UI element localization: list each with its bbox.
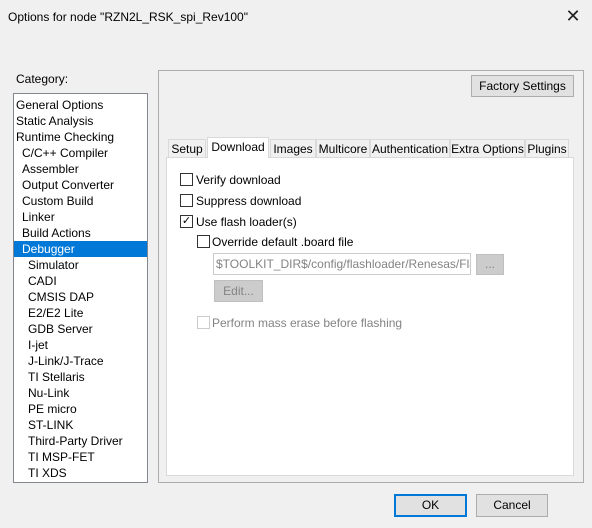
category-item[interactable]: E2/E2 Lite xyxy=(14,305,147,321)
tab-multicore[interactable]: Multicore xyxy=(316,139,370,158)
window-title: Options for node "RZN2L_RSK_spi_Rev100" xyxy=(8,10,248,24)
use-flash-loader-label: Use flash loader(s) xyxy=(196,215,297,229)
category-item[interactable]: PE micro xyxy=(14,401,147,417)
browse-button[interactable]: ... xyxy=(476,254,504,275)
suppress-download-label: Suppress download xyxy=(196,194,302,208)
verify-download-label: Verify download xyxy=(196,173,281,187)
category-item[interactable]: I-jet xyxy=(14,337,147,353)
category-list[interactable]: General Options Static Analysis Runtime Ch… xyxy=(13,93,148,483)
factory-settings-button[interactable]: Factory Settings xyxy=(471,75,574,97)
category-item[interactable]: TI Stellaris xyxy=(14,369,147,385)
category-item[interactable]: CADI xyxy=(14,273,147,289)
mass-erase-label: Perform mass erase before flashing xyxy=(212,316,403,330)
category-item[interactable]: Build Actions xyxy=(14,225,147,241)
override-board-file-checkbox[interactable] xyxy=(197,235,210,248)
suppress-download-checkbox[interactable] xyxy=(180,194,193,207)
tab-plugins[interactable]: Plugins xyxy=(525,139,569,158)
category-item[interactable]: Simulator xyxy=(14,257,147,273)
category-item[interactable]: CMSIS DAP xyxy=(14,289,147,305)
category-item[interactable]: Nu-Link xyxy=(14,385,147,401)
category-item[interactable]: J-Link/J-Trace xyxy=(14,353,147,369)
mass-erase-checkbox[interactable] xyxy=(197,316,210,329)
category-item[interactable]: Output Converter xyxy=(14,177,147,193)
category-item[interactable]: Custom Build xyxy=(14,193,147,209)
category-item[interactable]: Assembler xyxy=(14,161,147,177)
category-item[interactable]: C/C++ Compiler xyxy=(14,145,147,161)
verify-download-checkbox[interactable] xyxy=(180,173,193,186)
cancel-button[interactable]: Cancel xyxy=(476,494,548,517)
board-file-path-input[interactable]: $TOOLKIT_DIR$/config/flashloader/Renesas… xyxy=(213,253,471,275)
category-item[interactable]: GDB Server xyxy=(14,321,147,337)
category-item[interactable]: Third-Party Driver xyxy=(14,433,147,449)
category-label: Category: xyxy=(16,72,69,86)
checkmark-icon: ✓ xyxy=(181,215,192,227)
edit-button[interactable]: Edit... xyxy=(214,280,263,302)
tab-images[interactable]: Images xyxy=(270,139,316,158)
category-item[interactable]: Debugger xyxy=(14,241,147,257)
category-item[interactable]: TI XDS xyxy=(14,465,147,481)
tab-setup[interactable]: Setup xyxy=(168,139,206,158)
ok-button[interactable]: OK xyxy=(394,494,467,517)
tab-extra-options[interactable]: Extra Options xyxy=(450,139,525,158)
category-item[interactable]: General Options xyxy=(14,97,147,113)
tab-authentication[interactable]: Authentication xyxy=(370,139,450,158)
category-item[interactable]: Runtime Checking xyxy=(14,129,147,145)
category-item[interactable]: Static Analysis xyxy=(14,113,147,129)
tab-download[interactable]: Download xyxy=(207,137,269,158)
category-item[interactable]: Linker xyxy=(14,209,147,225)
use-flash-loader-checkbox[interactable]: ✓ xyxy=(180,215,193,228)
category-item[interactable]: ST-LINK xyxy=(14,417,147,433)
override-board-file-label: Override default .board file xyxy=(212,235,354,249)
category-item[interactable]: TI MSP-FET xyxy=(14,449,147,465)
close-icon[interactable]: ✕ xyxy=(562,4,584,28)
